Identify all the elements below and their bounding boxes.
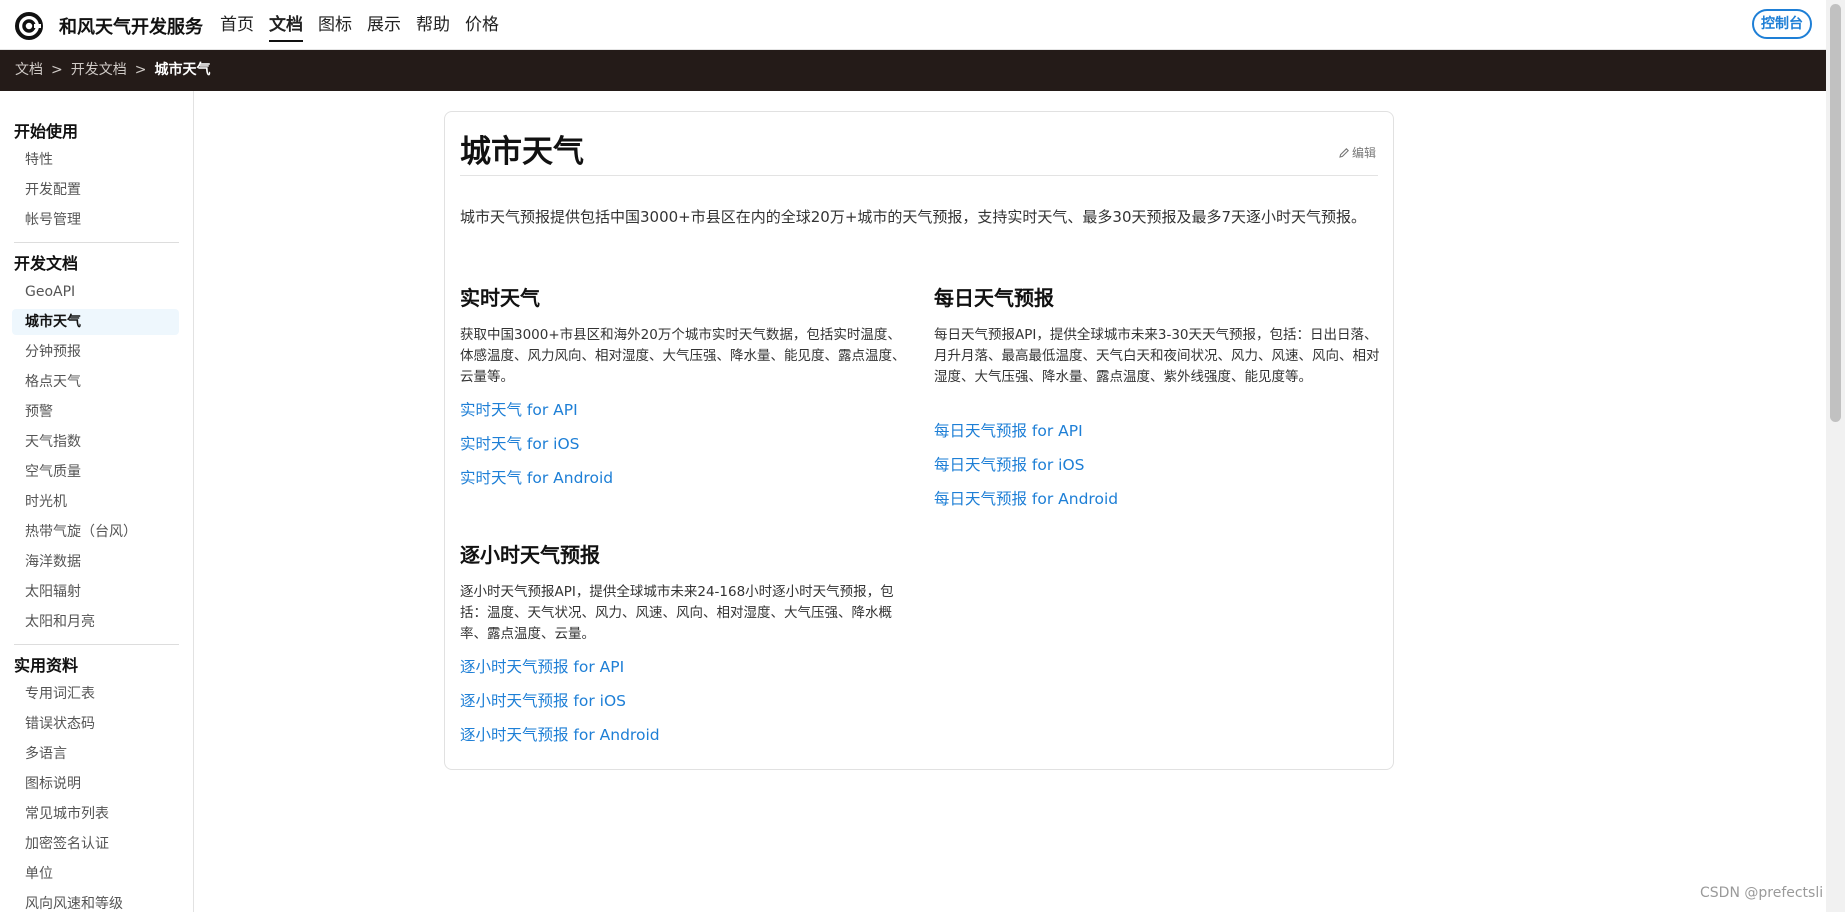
sidebar-section-title: 实用资料: [14, 656, 79, 675]
pencil-icon: [1339, 148, 1349, 158]
breadcrumb-separator: >: [51, 62, 63, 78]
sidebar-item-units[interactable]: 单位: [12, 861, 179, 887]
sidebar-item-indices[interactable]: 天气指数: [12, 429, 179, 455]
nav-help[interactable]: 帮助: [416, 0, 450, 50]
sidebar-section-title: 开始使用: [14, 122, 79, 141]
title-divider: [460, 175, 1378, 176]
sidebar-item-typhoon[interactable]: 热带气旋（台风）: [12, 519, 179, 545]
top-nav: 和风天气开发服务 首页 文档 图标 展示 帮助 价格 控制台: [0, 0, 1826, 50]
breadcrumb: 文档 > 开发文档 > 城市天气: [15, 50, 210, 91]
sidebar-item-ocean[interactable]: 海洋数据: [12, 549, 179, 575]
sidebar-item-grid-weather[interactable]: 格点天气: [12, 369, 179, 395]
sidebar-divider: [14, 242, 179, 243]
console-button[interactable]: 控制台: [1752, 9, 1812, 39]
link-realtime-api[interactable]: 实时天气 for API: [460, 398, 578, 420]
sidebar-item-warning[interactable]: 预警: [12, 399, 179, 425]
section-desc: 每日天气预报API，提供全球城市未来3-30天天气预报，包括：日出日落、月升月落…: [934, 327, 1380, 385]
link-hourly-api[interactable]: 逐小时天气预报 for API: [460, 655, 624, 677]
logo-icon[interactable]: [14, 11, 44, 41]
nav-pricing[interactable]: 价格: [465, 0, 499, 50]
sidebar-item-minutely[interactable]: 分钟预报: [12, 339, 179, 365]
edit-link[interactable]: 编辑: [1338, 144, 1376, 161]
nav-icons[interactable]: 图标: [318, 0, 352, 50]
sidebar-item-features[interactable]: 特性: [12, 147, 179, 173]
page-title: 城市天气: [460, 134, 584, 170]
sidebar-item-signature[interactable]: 加密签名认证: [12, 831, 179, 857]
sidebar-item-solar-radiation[interactable]: 太阳辐射: [12, 579, 179, 605]
link-realtime-ios[interactable]: 实时天气 for iOS: [460, 432, 580, 454]
section-desc: 获取中国3000+市县区和海外20万个城市实时天气数据，包括实时温度、体感温度、…: [460, 327, 906, 385]
sidebar-item-account[interactable]: 帐号管理: [12, 207, 179, 233]
sidebar-item-dev-config[interactable]: 开发配置: [12, 177, 179, 203]
sidebar-item-glossary[interactable]: 专用词汇表: [12, 681, 179, 707]
link-realtime-android[interactable]: 实时天气 for Android: [460, 466, 613, 488]
breadcrumb-bar: 文档 > 开发文档 > 城市天气: [0, 50, 1826, 91]
breadcrumb-docs[interactable]: 文档: [15, 50, 43, 91]
sidebar-item-icon-guide[interactable]: 图标说明: [12, 771, 179, 797]
section-title: 每日天气预报: [934, 286, 1054, 310]
link-hourly-android[interactable]: 逐小时天气预报 for Android: [460, 723, 660, 745]
content-card: 城市天气 编辑 城市天气预报提供包括中国3000+市县区在内的全球20万+城市的…: [444, 111, 1394, 770]
sidebar-item-languages[interactable]: 多语言: [12, 741, 179, 767]
sidebar-item-air-quality[interactable]: 空气质量: [12, 459, 179, 485]
sidebar-item-city-weather[interactable]: 城市天气: [12, 309, 179, 335]
breadcrumb-current: 城市天气: [154, 62, 211, 78]
brand-name[interactable]: 和风天气开发服务: [59, 13, 203, 39]
sidebar-divider: [14, 644, 179, 645]
breadcrumb-separator: >: [134, 62, 147, 78]
main-nav: 首页 文档 图标 展示 帮助 价格: [220, 0, 514, 50]
nav-home[interactable]: 首页: [220, 0, 254, 50]
sidebar-item-sun-moon[interactable]: 太阳和月亮: [12, 609, 179, 635]
sidebar-item-wind-scale[interactable]: 风向风速和等级: [12, 891, 179, 912]
scrollbar-thumb[interactable]: [1830, 4, 1841, 422]
sidebar-item-time-machine[interactable]: 时光机: [12, 489, 179, 515]
watermark: CSDN @prefectsli: [1700, 885, 1824, 901]
page-scrollbar[interactable]: [1826, 0, 1845, 912]
link-daily-android[interactable]: 每日天气预报 for Android: [934, 487, 1118, 509]
sidebar-item-city-list[interactable]: 常见城市列表: [12, 801, 179, 827]
sidebar-section-title: 开发文档: [14, 254, 79, 273]
breadcrumb-dev-docs[interactable]: 开发文档: [71, 50, 127, 91]
section-title: 实时天气: [460, 286, 540, 310]
link-hourly-ios[interactable]: 逐小时天气预报 for iOS: [460, 689, 626, 711]
edit-label: 编辑: [1352, 146, 1377, 160]
sidebar: 开始使用 特性 开发配置 帐号管理 开发文档 GeoAPI 城市天气 分钟预报 …: [0, 91, 194, 912]
intro-text: 城市天气预报提供包括中国3000+市县区在内的全球20万+城市的天气预报，支持实…: [460, 208, 1367, 226]
nav-showcase[interactable]: 展示: [367, 0, 401, 50]
nav-docs[interactable]: 文档: [269, 0, 303, 50]
sidebar-item-error-codes[interactable]: 错误状态码: [12, 711, 179, 737]
link-daily-ios[interactable]: 每日天气预报 for iOS: [934, 453, 1085, 475]
section-desc: 逐小时天气预报API，提供全球城市未来24-168小时逐小时天气预报，包括：温度…: [460, 584, 894, 642]
link-daily-api[interactable]: 每日天气预报 for API: [934, 419, 1083, 441]
section-title: 逐小时天气预报: [460, 543, 600, 567]
sidebar-item-geoapi[interactable]: GeoAPI: [12, 279, 179, 305]
